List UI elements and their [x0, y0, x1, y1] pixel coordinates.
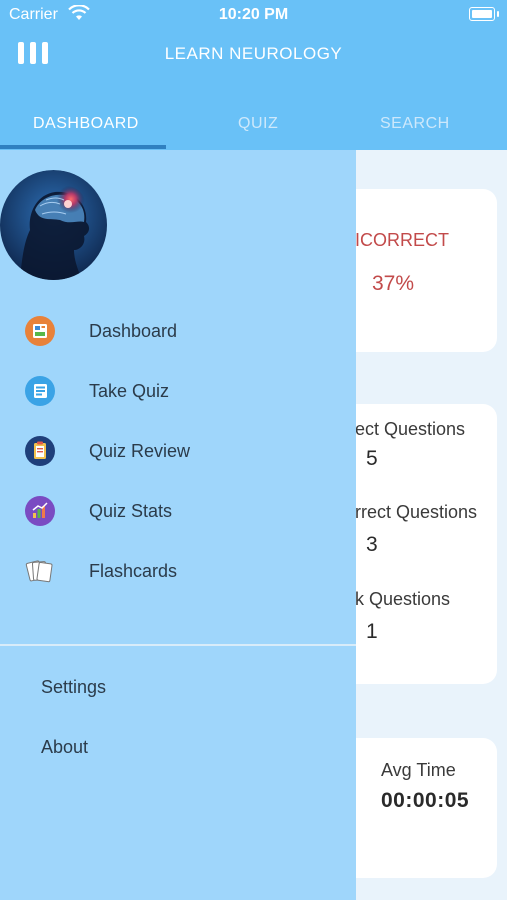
tab-dashboard[interactable]: DASHBOARD [33, 115, 139, 133]
drawer-item-quiz-review[interactable]: Quiz Review [0, 427, 356, 477]
brain-avatar-icon [0, 170, 107, 280]
questions-label-3: k Questions [355, 589, 451, 609]
drawer-item-flashcards[interactable]: Flashcards [0, 547, 356, 597]
incorrect-card [340, 189, 497, 352]
questions-label-2: rrect Questions [355, 502, 478, 522]
drawer-item-dashboard[interactable]: Dashboard [0, 307, 356, 357]
incorrect-label: ICORRECT [355, 230, 449, 250]
dashboard-icon [25, 316, 55, 346]
questions-card [340, 404, 497, 684]
drawer-item-label: Flashcards [89, 561, 178, 581]
questions-label-1: ect Questions [355, 419, 466, 439]
drawer-item-quiz-stats[interactable]: Quiz Stats [0, 487, 356, 537]
drawer-item-settings[interactable]: Settings [41, 677, 106, 698]
drawer-item-take-quiz[interactable]: Take Quiz [0, 367, 356, 417]
questions-value-3: 1 [366, 620, 378, 643]
incorrect-value: 37% [372, 272, 415, 295]
page-title: LEARN NEUROLOGY [164, 44, 343, 63]
drawer-item-label: Take Quiz [89, 381, 170, 401]
drawer-item-label: Quiz Stats [89, 501, 173, 521]
app-header: Carrier 10:20 PM LEARN NEUROLOGY DASHBOA… [0, 0, 507, 150]
battery-icon [469, 7, 499, 21]
tab-bar: DASHBOARD QUIZ SEARCH [0, 100, 507, 150]
chart-icon [25, 496, 55, 526]
tab-search[interactable]: SEARCH [380, 115, 450, 133]
side-drawer: Dashboard Take Quiz Quiz Review Quiz Sta… [0, 150, 356, 900]
drawer-item-label: Dashboard [89, 321, 178, 341]
avg-time-value: 00:00:05 [381, 789, 470, 812]
questions-value-2: 3 [366, 533, 378, 556]
clipboard-icon [25, 436, 55, 466]
drawer-item-about[interactable]: About [41, 737, 88, 758]
avg-time-label: Avg Time [381, 760, 456, 780]
status-bar: Carrier 10:20 PM [0, 0, 507, 30]
status-time: 10:20 PM [218, 6, 289, 23]
cards-icon [25, 560, 53, 583]
drawer-divider [0, 644, 356, 646]
questions-value-1: 5 [366, 447, 378, 470]
drawer-item-label: Quiz Review [89, 441, 191, 461]
tab-quiz[interactable]: QUIZ [238, 115, 278, 133]
avatar [0, 170, 107, 280]
tab-indicator [0, 145, 166, 149]
take-quiz-icon [25, 376, 55, 406]
